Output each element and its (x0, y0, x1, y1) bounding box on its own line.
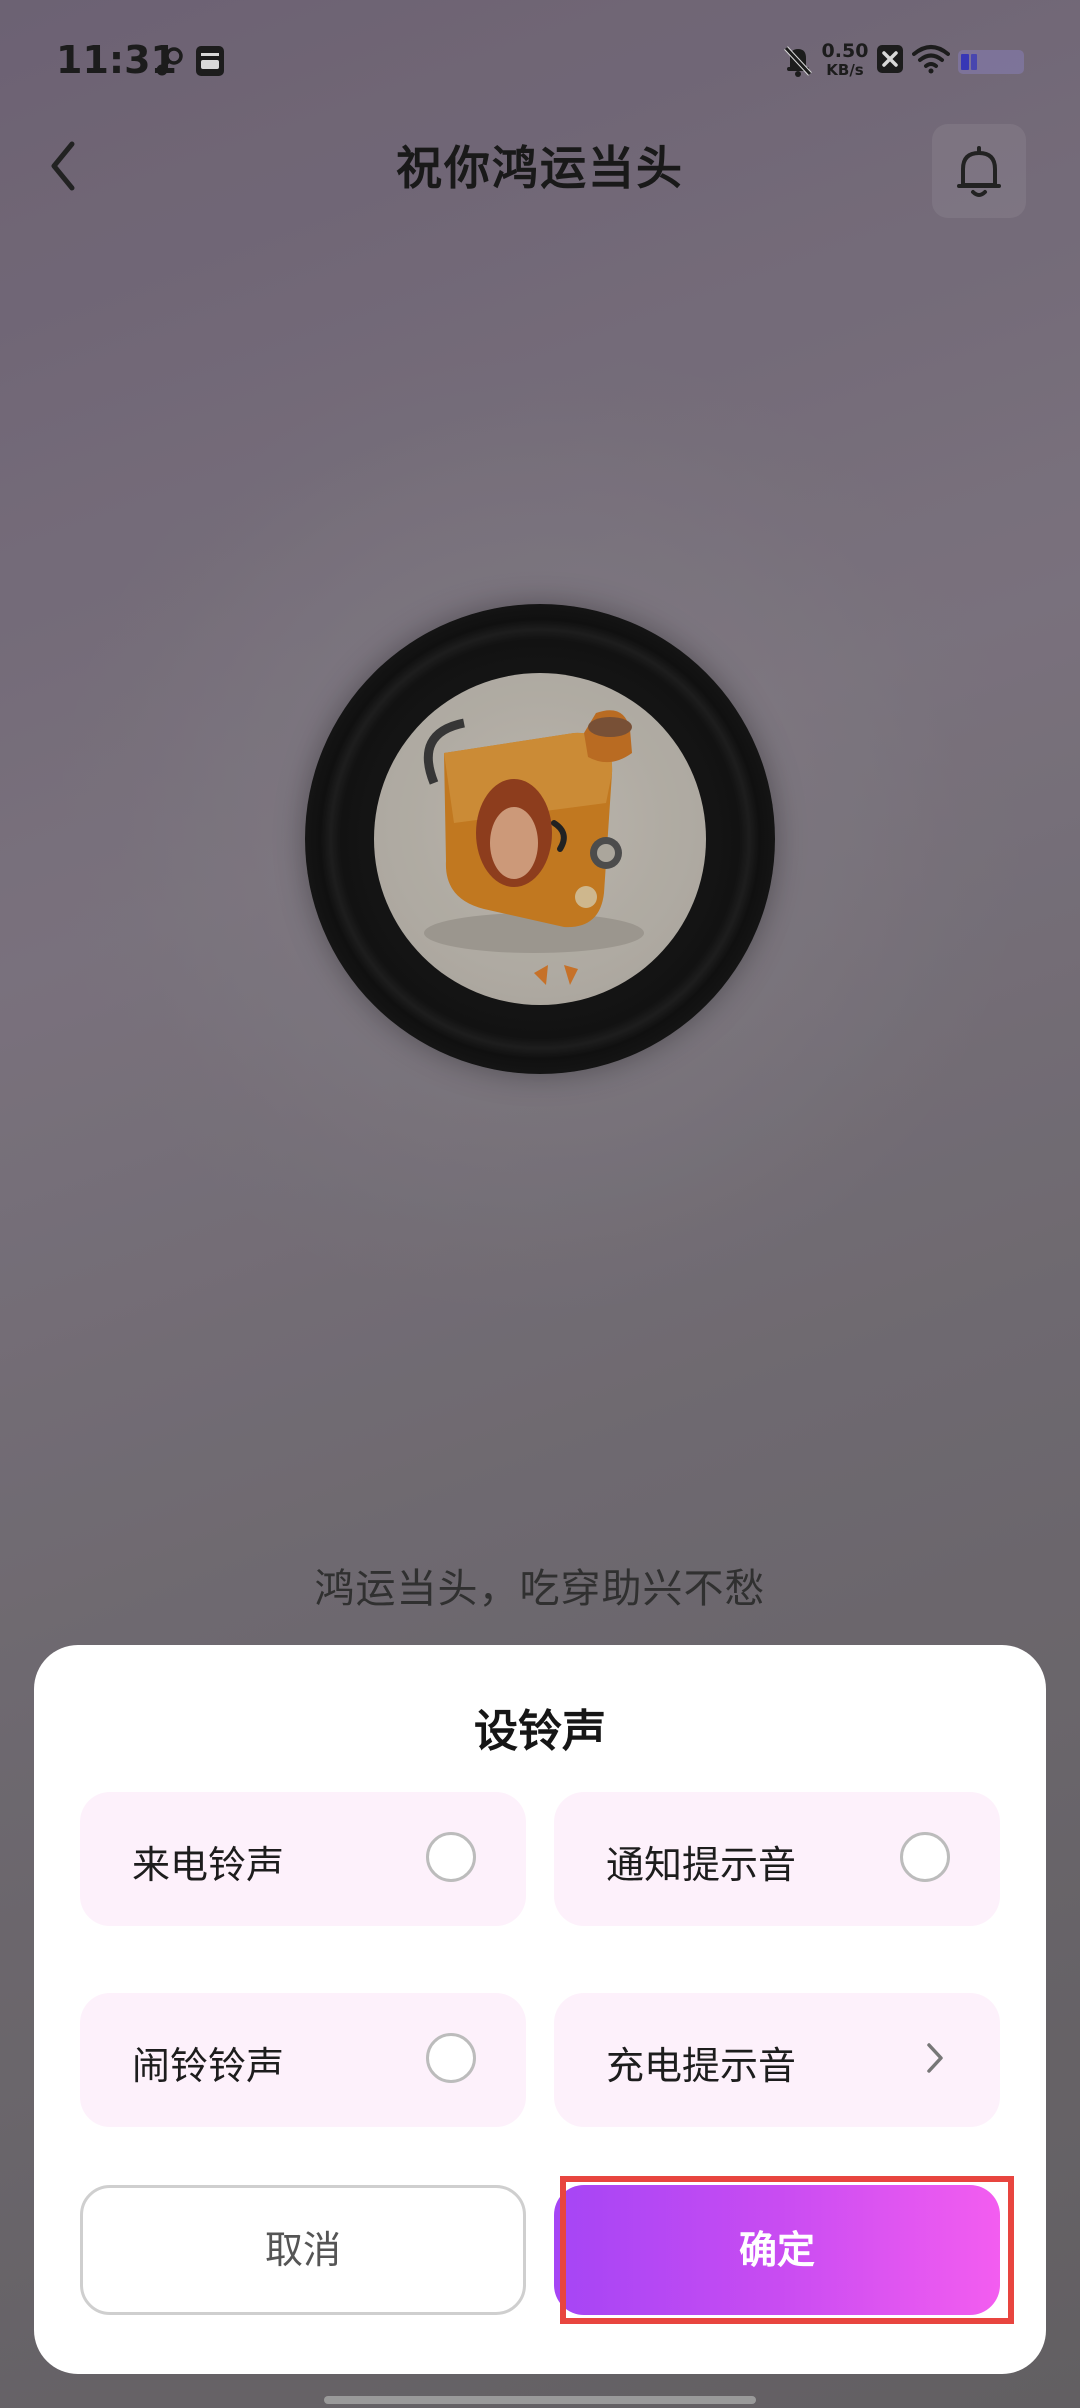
chevron-right-icon (924, 2040, 946, 2080)
radio-button[interactable] (900, 1832, 950, 1882)
radio-button[interactable] (426, 1832, 476, 1882)
confirm-highlight-box (560, 2176, 1014, 2324)
option-charging-sound[interactable]: 充电提示音 (554, 1993, 1000, 2127)
option-label: 充电提示音 (606, 2044, 797, 2088)
option-notification-sound[interactable]: 通知提示音 (554, 1792, 1000, 1926)
sheet-title: 设铃声 (474, 1706, 606, 1757)
home-indicator[interactable] (324, 2396, 756, 2404)
option-label: 来电铃声 (132, 1843, 285, 1887)
option-label: 通知提示音 (606, 1843, 797, 1887)
option-incoming-call-ringtone[interactable]: 来电铃声 (80, 1792, 526, 1926)
cancel-button[interactable]: 取消 (80, 2185, 526, 2315)
option-alarm-ringtone[interactable]: 闹铃铃声 (80, 1993, 526, 2127)
radio-button[interactable] (426, 2033, 476, 2083)
option-label: 闹铃铃声 (132, 2044, 285, 2088)
